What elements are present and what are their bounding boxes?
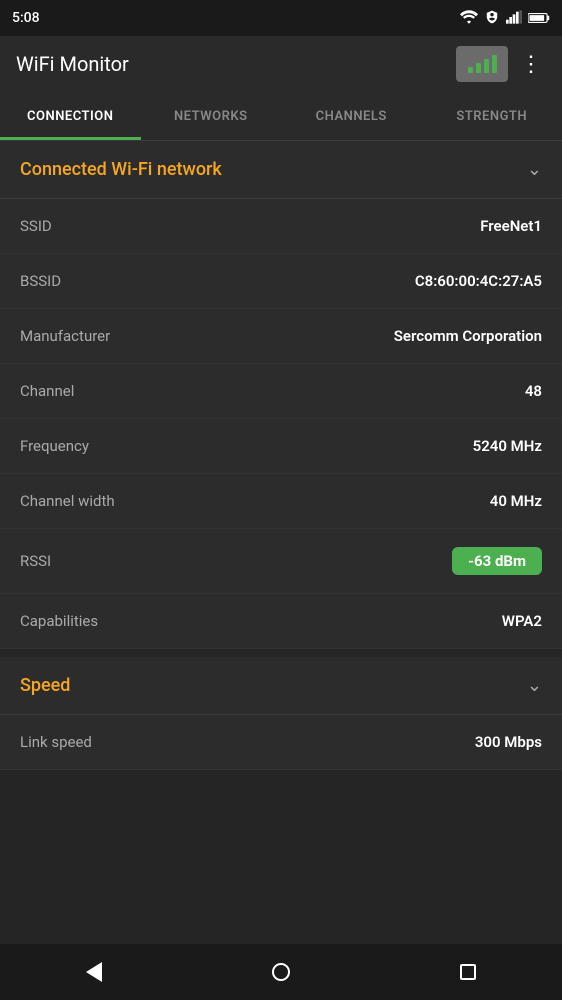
signal-strength-button[interactable] — [456, 46, 508, 82]
tab-bar: CONNECTION NETWORKS CHANNELS STRENGTH — [0, 92, 562, 141]
status-icons — [460, 9, 550, 28]
link-speed-label: Link speed — [20, 733, 92, 751]
manufacturer-row: Manufacturer Sercomm Corporation — [0, 309, 562, 364]
vpn-status-icon — [484, 9, 500, 28]
signal-bar-2 — [476, 63, 481, 73]
rssi-badge: -63 dBm — [452, 547, 542, 575]
capabilities-label: Capabilities — [20, 612, 98, 630]
bssid-label: BSSID — [20, 272, 61, 290]
channel-width-row: Channel width 40 MHz — [0, 474, 562, 529]
channel-value: 48 — [525, 382, 542, 400]
link-speed-value: 300 Mbps — [475, 733, 542, 751]
manufacturer-value: Sercomm Corporation — [394, 327, 542, 345]
frequency-row: Frequency 5240 MHz — [0, 419, 562, 474]
ssid-row: SSID FreeNet1 — [0, 199, 562, 254]
ssid-label: SSID — [20, 217, 52, 235]
connected-network-section: Connected Wi-Fi network ⌄ SSID FreeNet1 … — [0, 141, 562, 649]
back-icon — [86, 962, 102, 982]
main-content: Connected Wi-Fi network ⌄ SSID FreeNet1 … — [0, 141, 562, 945]
signal-status-icon — [506, 9, 522, 28]
rssi-label: RSSI — [20, 552, 51, 570]
frequency-label: Frequency — [20, 437, 89, 455]
frequency-value: 5240 MHz — [473, 437, 542, 455]
channel-width-label: Channel width — [20, 492, 115, 510]
signal-bar-1 — [468, 67, 473, 73]
capabilities-value: WPA2 — [502, 612, 542, 630]
channel-width-value: 40 MHz — [490, 492, 542, 510]
bssid-row: BSSID C8:60:00:4C:27:A5 — [0, 254, 562, 309]
speed-section: Speed ⌄ Link speed 300 Mbps — [0, 657, 562, 770]
tab-channels[interactable]: CHANNELS — [281, 92, 422, 140]
tab-networks[interactable]: NETWORKS — [141, 92, 282, 140]
capabilities-row: Capabilities WPA2 — [0, 594, 562, 649]
recents-icon — [460, 964, 476, 980]
battery-status-icon — [528, 9, 550, 28]
signal-bar-4 — [492, 55, 497, 73]
app-title: WiFi Monitor — [16, 52, 129, 76]
more-options-button[interactable]: ⋮ — [516, 47, 546, 81]
ssid-value: FreeNet1 — [480, 217, 542, 235]
signal-bars-icon — [468, 55, 497, 73]
status-time: 5:08 — [12, 10, 40, 26]
bssid-value: C8:60:00:4C:27:A5 — [415, 272, 542, 290]
back-button[interactable] — [74, 952, 114, 992]
tab-strength[interactable]: STRENGTH — [422, 92, 562, 140]
connected-network-title: Connected Wi-Fi network — [20, 159, 222, 180]
channel-label: Channel — [20, 382, 74, 400]
app-bar: WiFi Monitor ⋮ — [0, 36, 562, 92]
home-button[interactable] — [261, 952, 301, 992]
rssi-row: RSSI -63 dBm — [0, 529, 562, 594]
status-bar: 5:08 — [0, 0, 562, 36]
speed-section-header[interactable]: Speed ⌄ — [0, 657, 562, 715]
home-icon — [272, 963, 290, 981]
signal-bar-3 — [484, 59, 489, 73]
link-speed-row: Link speed 300 Mbps — [0, 715, 562, 770]
manufacturer-label: Manufacturer — [20, 327, 110, 345]
speed-title: Speed — [20, 675, 70, 696]
channel-row: Channel 48 — [0, 364, 562, 419]
tab-connection[interactable]: CONNECTION — [0, 92, 141, 140]
connected-network-header[interactable]: Connected Wi-Fi network ⌄ — [0, 141, 562, 199]
speed-chevron-up-icon: ⌄ — [527, 675, 542, 696]
recents-button[interactable] — [448, 952, 488, 992]
bottom-nav — [0, 944, 562, 1000]
wifi-status-icon — [460, 9, 478, 28]
chevron-up-icon: ⌄ — [527, 159, 542, 180]
app-bar-actions: ⋮ — [456, 46, 546, 82]
